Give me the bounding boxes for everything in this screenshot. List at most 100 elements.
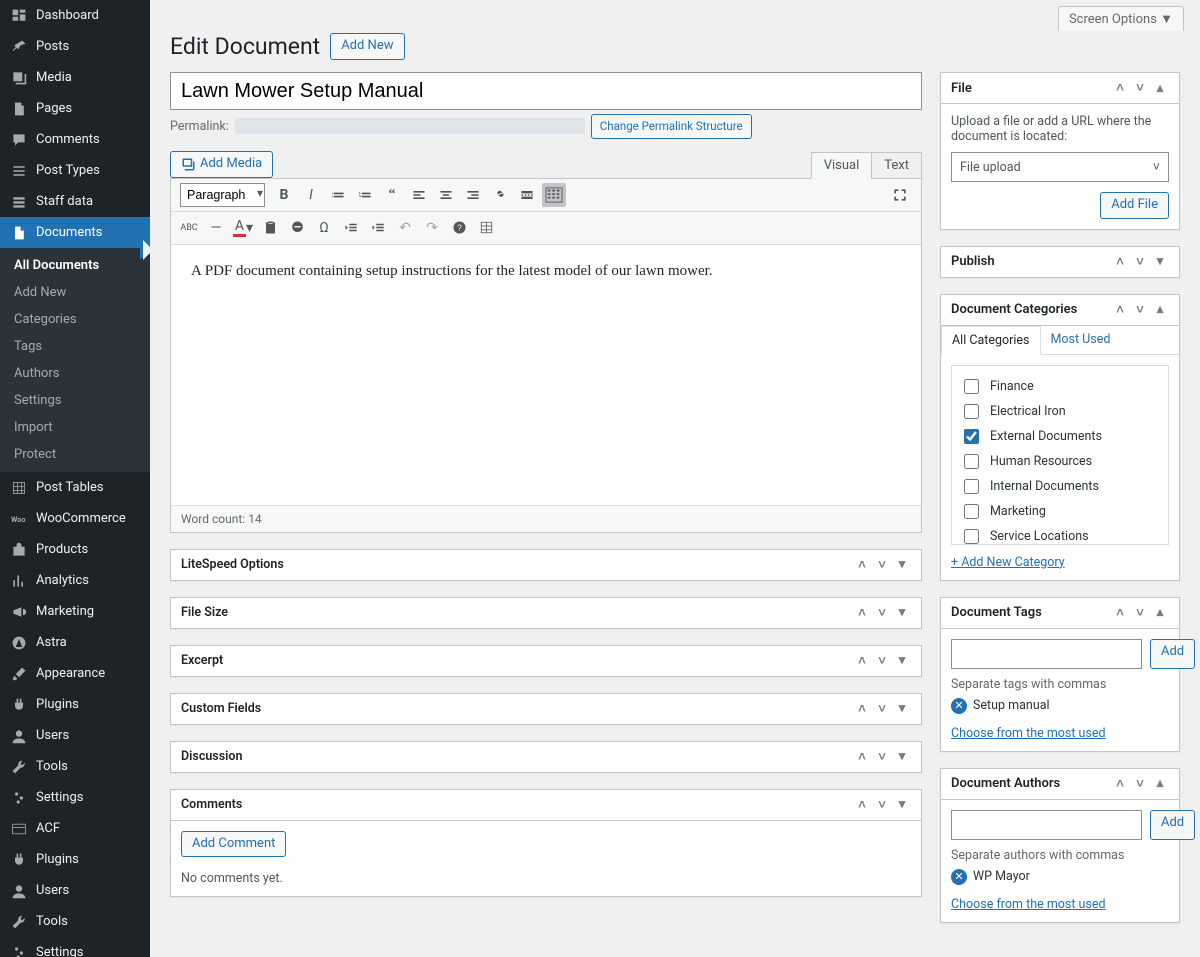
- panel-up-icon[interactable]: ˄: [853, 557, 871, 573]
- sidebar-item-staff[interactable]: Staff data: [0, 186, 150, 217]
- category-checkbox[interactable]: [964, 529, 979, 544]
- align-left-icon[interactable]: [407, 183, 431, 207]
- text-color-icon[interactable]: A▾: [231, 216, 255, 240]
- category-checkbox[interactable]: [964, 454, 979, 469]
- italic-icon[interactable]: I: [299, 183, 323, 207]
- add-file-button[interactable]: Add File: [1100, 192, 1169, 219]
- sidebar-item-plugins2[interactable]: Plugins: [0, 844, 150, 875]
- align-center-icon[interactable]: [434, 183, 458, 207]
- outdent-icon[interactable]: [339, 216, 363, 240]
- add-media-button[interactable]: Add Media: [170, 151, 273, 178]
- category-item[interactable]: Human Resources: [960, 449, 1160, 474]
- panel-toggle-icon[interactable]: ▾: [893, 653, 911, 668]
- panel-down-icon[interactable]: ˅: [873, 797, 891, 813]
- choose-most-used-tags-link[interactable]: Choose from the most used: [951, 726, 1106, 741]
- undo-icon[interactable]: ↶: [393, 216, 417, 240]
- format-select[interactable]: Paragraph: [180, 183, 265, 207]
- sidebar-item-pages[interactable]: Pages: [0, 93, 150, 124]
- submenu-item[interactable]: Tags: [0, 333, 150, 360]
- submenu-item[interactable]: Settings: [0, 387, 150, 414]
- panel-up-icon[interactable]: ˄: [1111, 254, 1129, 270]
- panel-down-icon[interactable]: ˅: [1131, 302, 1149, 318]
- panel-up-icon[interactable]: ˄: [853, 653, 871, 669]
- panel-toggle-icon[interactable]: ▾: [893, 797, 911, 812]
- author-input[interactable]: [951, 810, 1142, 840]
- sidebar-item-analytics[interactable]: Analytics: [0, 565, 150, 596]
- category-item[interactable]: Internal Documents: [960, 474, 1160, 499]
- change-permalink-button[interactable]: Change Permalink Structure: [591, 114, 752, 139]
- panel-down-icon[interactable]: ˅: [1131, 254, 1149, 270]
- sidebar-item-posttables[interactable]: Post Tables: [0, 472, 150, 503]
- category-item[interactable]: Electrical Iron: [960, 399, 1160, 424]
- panel-down-icon[interactable]: ˅: [873, 701, 891, 717]
- panel-up-icon[interactable]: ˄: [853, 797, 871, 813]
- align-right-icon[interactable]: [461, 183, 485, 207]
- add-comment-button[interactable]: Add Comment: [181, 831, 286, 858]
- toolbar-toggle-icon[interactable]: [542, 183, 566, 207]
- blockquote-icon[interactable]: “: [380, 183, 404, 207]
- category-checkbox[interactable]: [964, 504, 979, 519]
- fullscreen-icon[interactable]: [885, 183, 915, 207]
- sidebar-item-woo[interactable]: WooWooCommerce: [0, 503, 150, 534]
- panel-down-icon[interactable]: ˅: [1131, 776, 1149, 792]
- panel-toggle-icon[interactable]: ▴: [1151, 302, 1169, 317]
- submenu-item[interactable]: Categories: [0, 306, 150, 333]
- add-new-category-link[interactable]: + Add New Category: [951, 555, 1065, 570]
- document-title-input[interactable]: [170, 72, 922, 110]
- category-checkbox[interactable]: [964, 479, 979, 494]
- panel-down-icon[interactable]: ˅: [873, 653, 891, 669]
- add-new-button[interactable]: Add New: [330, 33, 404, 60]
- panel-up-icon[interactable]: ˄: [1111, 776, 1129, 792]
- panel-up-icon[interactable]: ˄: [853, 605, 871, 621]
- panel-down-icon[interactable]: ˅: [1131, 80, 1149, 96]
- paste-text-icon[interactable]: [258, 216, 282, 240]
- screen-options-button[interactable]: Screen Options ▼: [1058, 6, 1184, 31]
- submenu-item[interactable]: Import: [0, 414, 150, 441]
- panel-down-icon[interactable]: ˅: [873, 749, 891, 765]
- category-checkbox[interactable]: [964, 429, 979, 444]
- add-author-button[interactable]: Add: [1150, 810, 1195, 840]
- strikethrough-icon[interactable]: ABC: [177, 216, 201, 240]
- bold-icon[interactable]: B: [272, 183, 296, 207]
- table-icon[interactable]: [474, 216, 498, 240]
- panel-toggle-icon[interactable]: ▴: [1151, 81, 1169, 96]
- submenu-item[interactable]: Add New: [0, 279, 150, 306]
- sidebar-item-posts[interactable]: Posts: [0, 31, 150, 62]
- sidebar-item-acf[interactable]: ACF: [0, 813, 150, 844]
- sidebar-item-media[interactable]: Media: [0, 62, 150, 93]
- category-item[interactable]: Marketing: [960, 499, 1160, 524]
- sidebar-item-tools[interactable]: Tools: [0, 751, 150, 782]
- tag-input[interactable]: [951, 639, 1142, 669]
- editor-tab-text[interactable]: Text: [871, 152, 922, 179]
- panel-toggle-icon[interactable]: ▾: [893, 557, 911, 572]
- panel-toggle-icon[interactable]: ▾: [893, 701, 911, 716]
- submenu-item[interactable]: Authors: [0, 360, 150, 387]
- cat-tab-all[interactable]: All Categories: [941, 326, 1041, 355]
- sidebar-item-products[interactable]: Products: [0, 534, 150, 565]
- category-item[interactable]: Finance: [960, 374, 1160, 399]
- choose-most-used-authors-link[interactable]: Choose from the most used: [951, 897, 1106, 912]
- panel-toggle-icon[interactable]: ▾: [893, 605, 911, 620]
- sidebar-item-settings2[interactable]: Settings: [0, 937, 150, 957]
- hr-icon[interactable]: ―: [204, 216, 228, 240]
- sidebar-item-users[interactable]: Users: [0, 720, 150, 751]
- panel-down-icon[interactable]: ˅: [873, 605, 891, 621]
- cat-tab-most-used[interactable]: Most Used: [1041, 326, 1121, 354]
- sidebar-item-marketing[interactable]: Marketing: [0, 596, 150, 627]
- sidebar-item-plugins[interactable]: Plugins: [0, 689, 150, 720]
- numbered-list-icon[interactable]: [353, 183, 377, 207]
- sidebar-item-users2[interactable]: Users: [0, 875, 150, 906]
- panel-up-icon[interactable]: ˄: [1111, 302, 1129, 318]
- panel-up-icon[interactable]: ˄: [1111, 605, 1129, 621]
- panel-toggle-icon[interactable]: ▾: [893, 749, 911, 764]
- readmore-icon[interactable]: [515, 183, 539, 207]
- panel-up-icon[interactable]: ˄: [853, 701, 871, 717]
- editor-content[interactable]: A PDF document containing setup instruct…: [171, 245, 921, 505]
- panel-toggle-icon[interactable]: ▴: [1151, 776, 1169, 791]
- panel-toggle-icon[interactable]: ▴: [1151, 605, 1169, 620]
- sidebar-item-dashboard[interactable]: Dashboard: [0, 0, 150, 31]
- sidebar-item-documents[interactable]: Documents: [0, 217, 150, 248]
- indent-icon[interactable]: [366, 216, 390, 240]
- remove-author-icon[interactable]: ✕: [951, 869, 967, 885]
- redo-icon[interactable]: ↷: [420, 216, 444, 240]
